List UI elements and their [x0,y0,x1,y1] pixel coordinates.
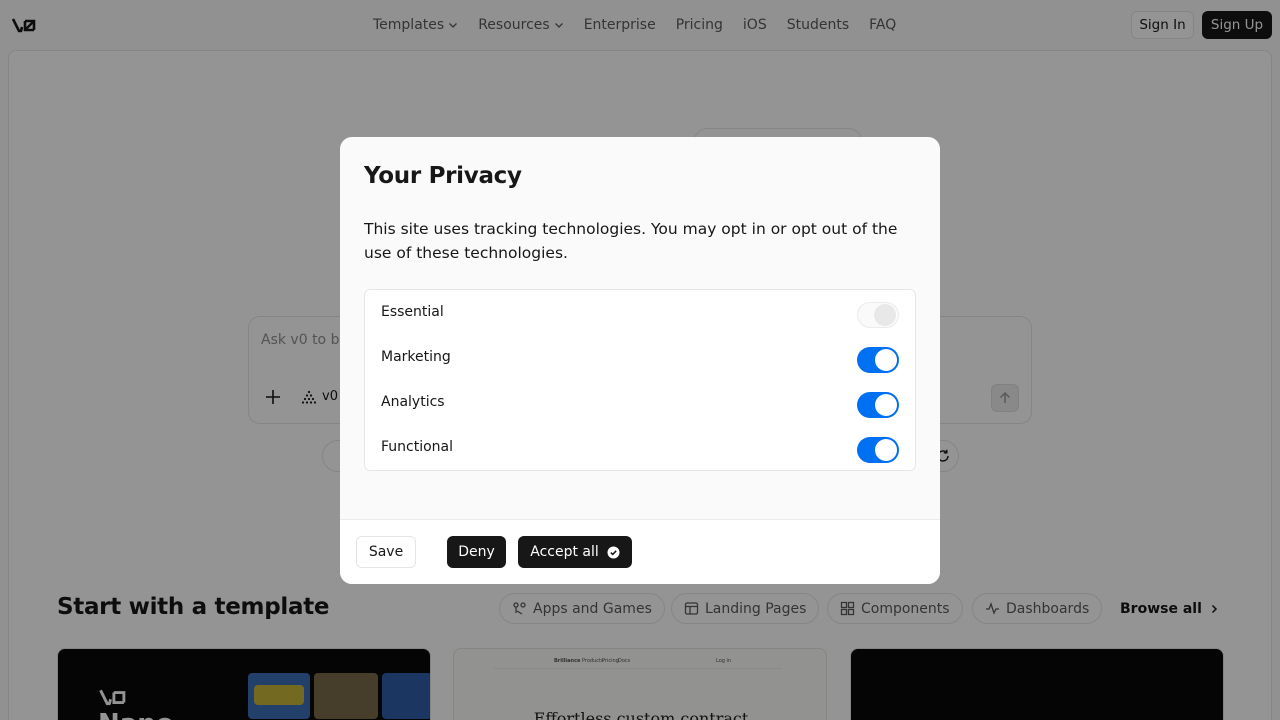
marketing-toggle[interactable] [857,347,899,373]
pref-row-analytics: Analytics [365,380,915,425]
privacy-modal: Your Privacy This site uses tracking tec… [340,137,940,584]
preferences-list: Essential Marketing Analytics Functional [364,289,916,471]
pref-label: Marketing [381,349,451,365]
save-button[interactable]: Save [356,536,416,568]
toggle-knob [875,439,897,461]
pref-row-functional: Functional [365,425,915,470]
modal-footer: Save Deny Accept all [340,519,940,584]
analytics-toggle[interactable] [857,392,899,418]
toggle-knob [874,304,896,326]
modal-title: Your Privacy [364,163,522,189]
pref-label: Analytics [381,394,445,410]
pref-label: Functional [381,439,454,455]
accept-all-button[interactable]: Accept all [518,536,632,568]
pref-label: Essential [381,304,444,320]
toggle-knob [875,394,897,416]
modal-description: This site uses tracking technologies. Yo… [364,220,898,262]
essential-toggle [857,302,899,328]
deny-button[interactable]: Deny [447,536,506,568]
pref-row-essential: Essential [365,290,915,335]
functional-toggle[interactable] [857,437,899,463]
toggle-knob [875,349,897,371]
check-circle-icon [607,546,620,558]
accept-all-label: Accept all [530,544,599,560]
pref-row-marketing: Marketing [365,335,915,380]
